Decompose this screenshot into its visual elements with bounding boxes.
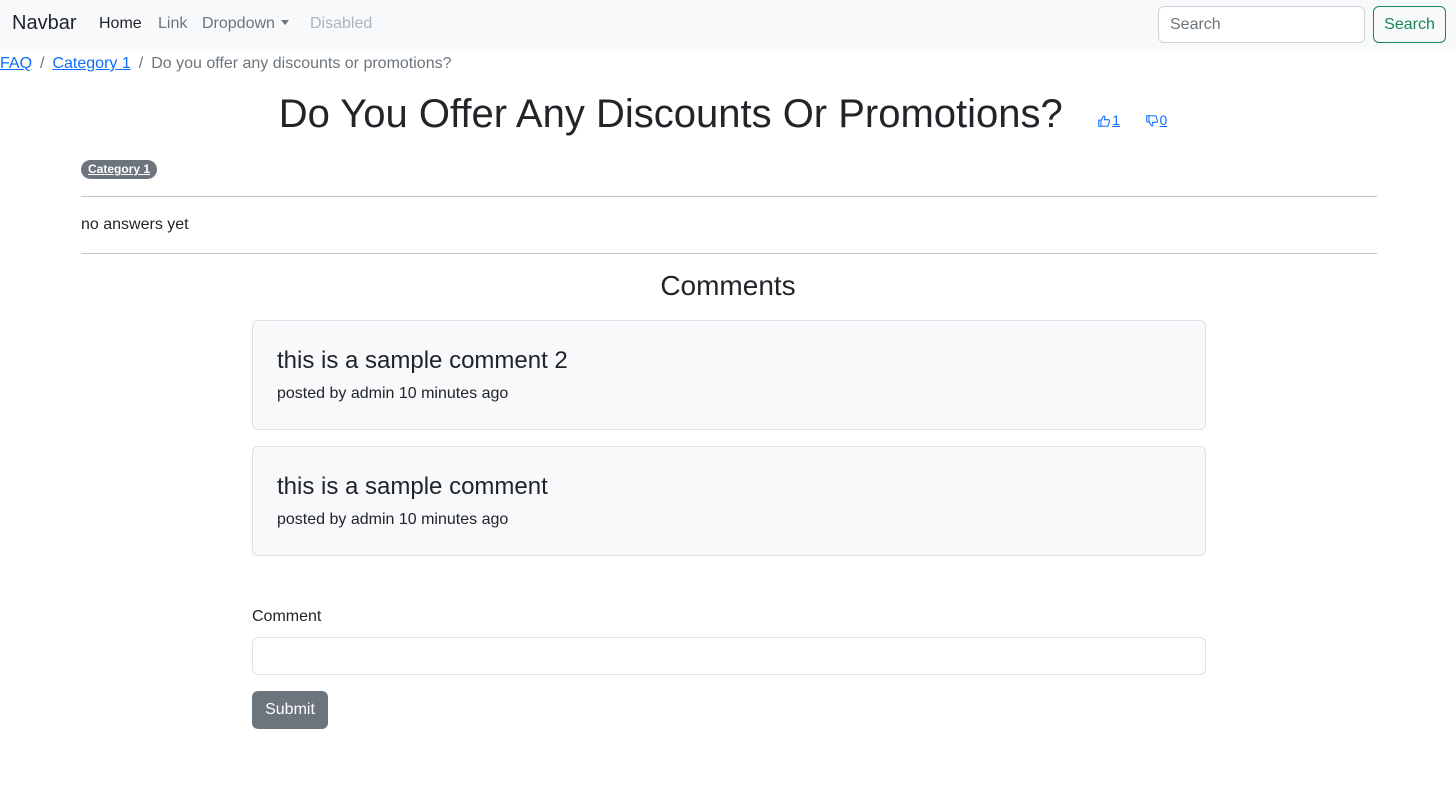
nav-link-home[interactable]: Home [99, 15, 142, 33]
thumbs-down-icon [1145, 114, 1158, 126]
nav-link-link[interactable]: Link [158, 15, 187, 33]
no-answers-text: no answers yet [81, 216, 189, 233]
navbar-brand[interactable]: Navbar [12, 12, 76, 35]
category-badge[interactable]: Category 1 [81, 160, 158, 179]
comment-meta: posted by admin 10 minutes ago [277, 511, 509, 528]
comment-text: this is a sample comment 2 [277, 347, 568, 374]
divider [81, 196, 1377, 197]
comment-card: this is a sample comment 2 posted by adm… [252, 320, 1206, 430]
downvote-button[interactable]: 0 [1145, 111, 1168, 128]
breadcrumb-separator: / [40, 55, 45, 72]
comment-meta: posted by admin 10 minutes ago [277, 385, 509, 402]
comment-text: this is a sample comment [277, 473, 548, 500]
submit-button[interactable]: Submit [252, 691, 328, 729]
question-header: Do You Offer Any Discounts Or Promotions… [0, 92, 1456, 137]
upvote-count: 1 [1112, 111, 1121, 128]
breadcrumb: FAQ / Category 1 / Do you offer any discount… [0, 55, 452, 73]
thumbs-up-icon [1098, 115, 1111, 127]
breadcrumb-item-category[interactable]: Category 1 [52, 55, 130, 72]
breadcrumb-separator: / [138, 55, 144, 72]
upvote-button[interactable]: 1 [1097, 112, 1120, 128]
downvote-count: 0 [1159, 111, 1168, 128]
nav-dropdown-label: Dropdown [202, 15, 275, 32]
breadcrumb-current: Do you offer any discounts or promotions… [151, 55, 452, 72]
search-button[interactable]: Search [1373, 6, 1446, 43]
nav-link-disabled: Disabled [310, 15, 373, 32]
divider [81, 253, 1377, 254]
comments-heading: Comments [660, 270, 796, 301]
comment-label: Comment [252, 608, 322, 625]
navbar: Navbar Home Link Dropdown Disabled Searc… [0, 0, 1456, 51]
comment-card: this is a sample comment posted by admin… [252, 446, 1206, 556]
caret-down-icon [280, 20, 289, 25]
nav-dropdown-toggle[interactable]: Dropdown [202, 15, 289, 33]
breadcrumb-item-faq[interactable]: FAQ [0, 55, 32, 72]
page-title: Do You Offer Any Discounts Or Promotions… [278, 92, 1063, 136]
search-input[interactable] [1158, 6, 1365, 43]
comment-input[interactable] [252, 637, 1206, 675]
